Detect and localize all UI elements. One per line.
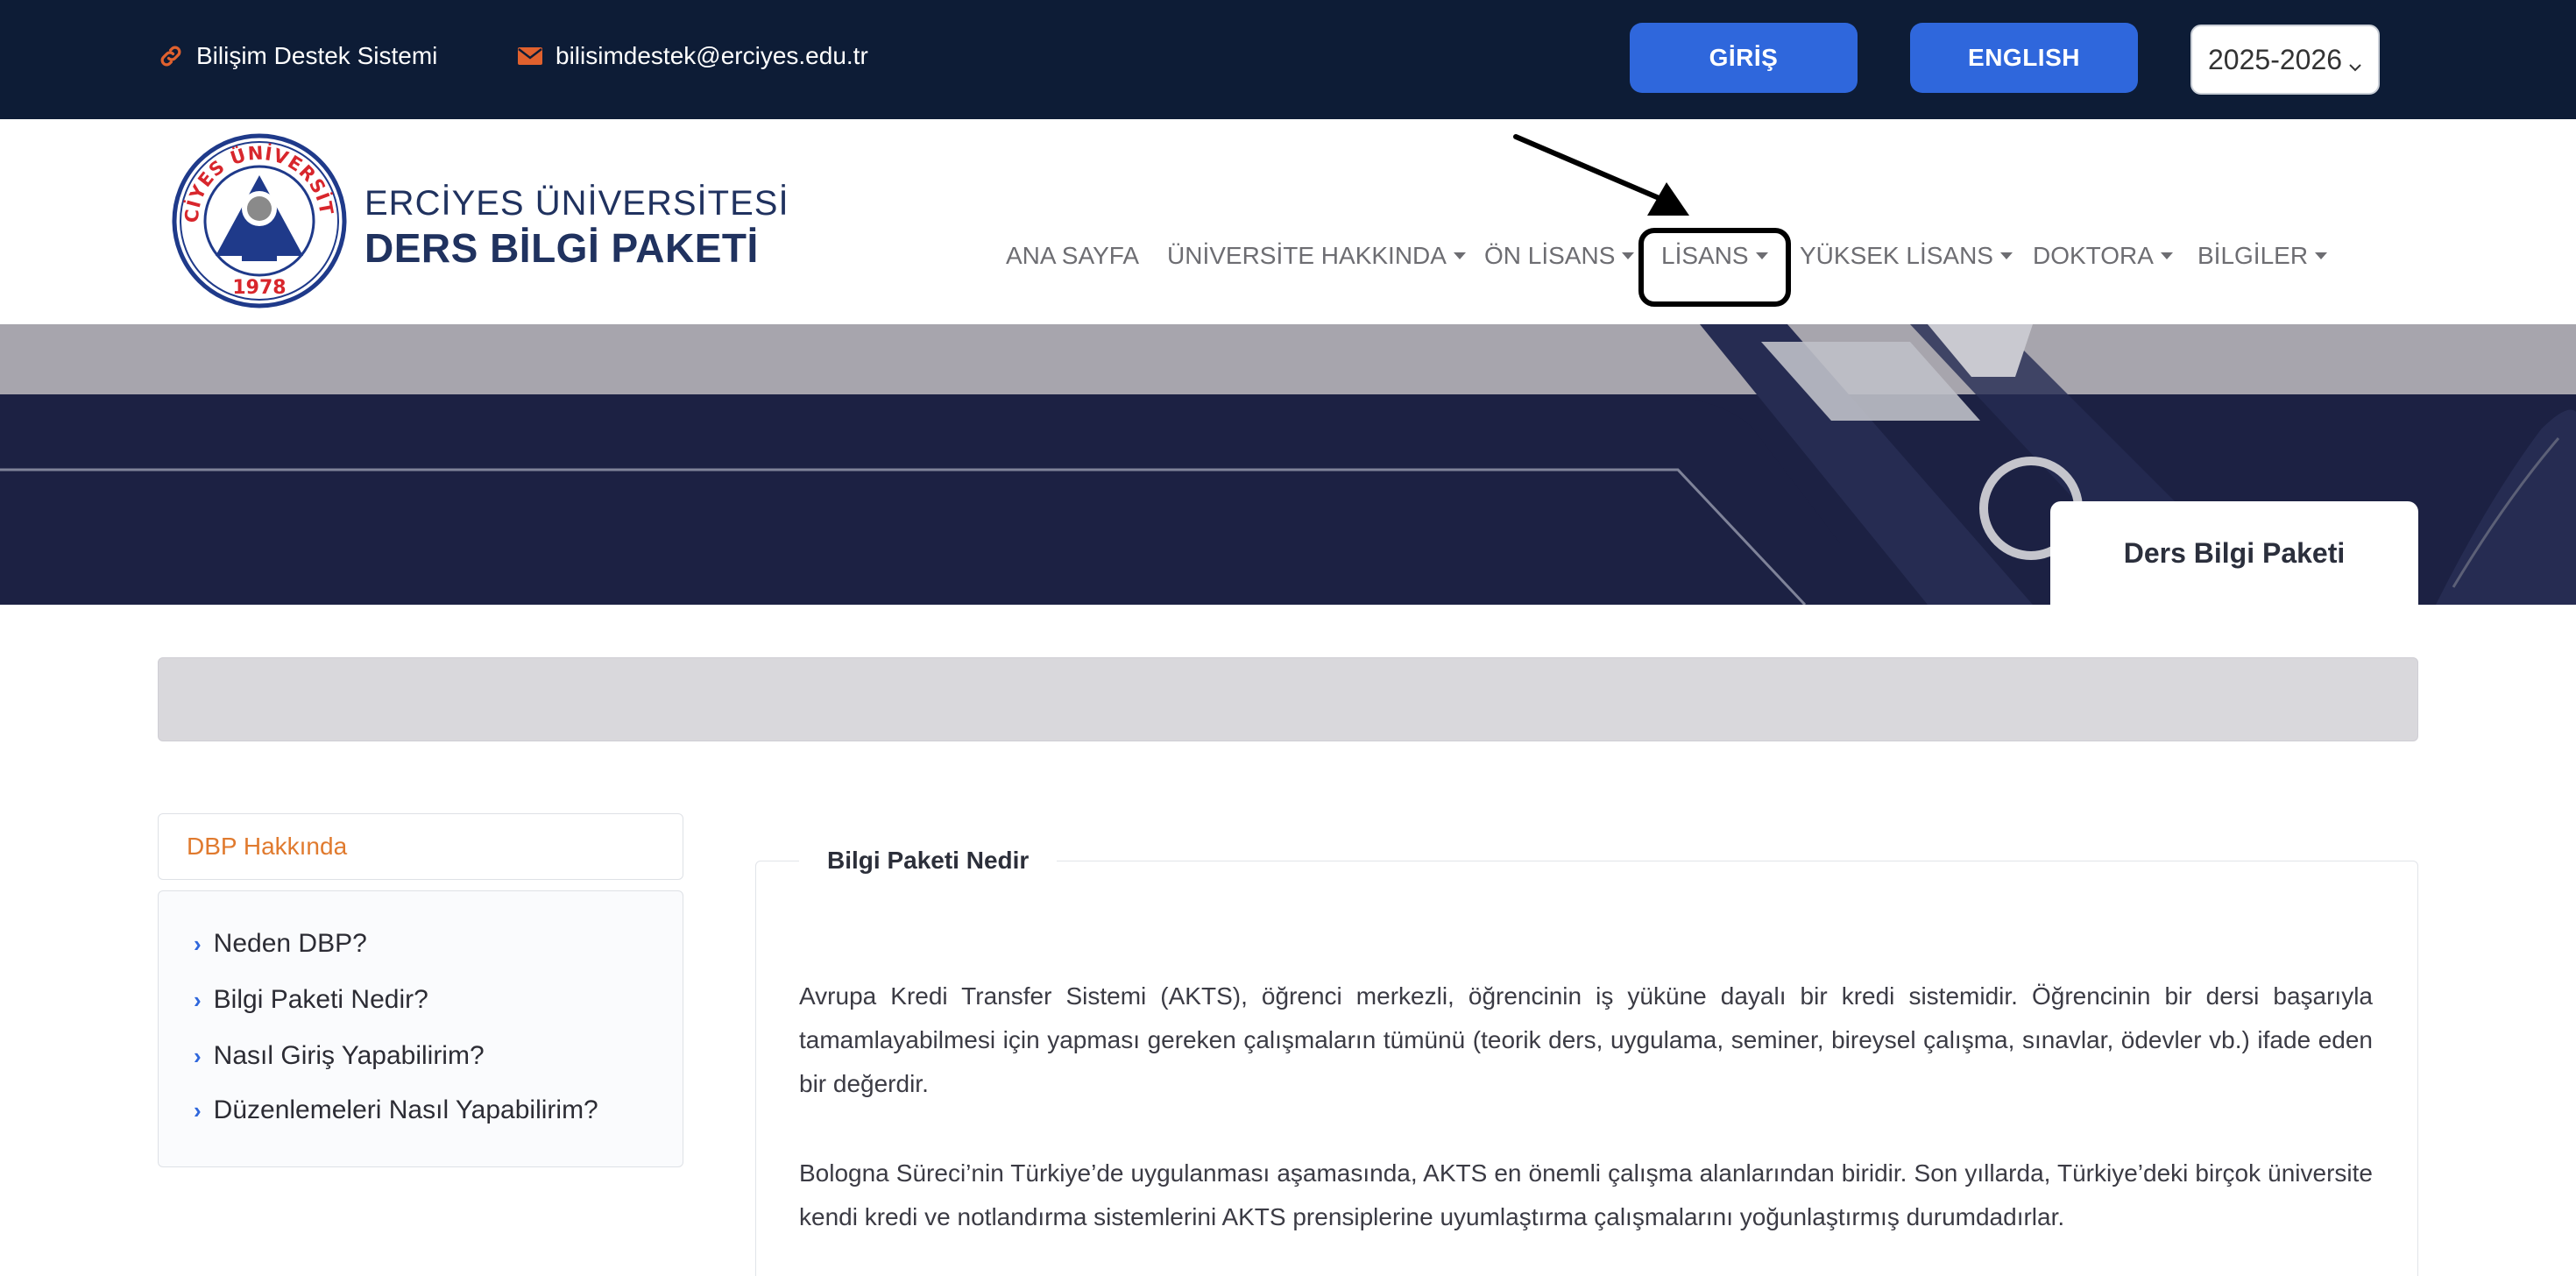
university-seal-logo[interactable]: ERCİYES ÜNİVERSİTESİ 1978	[164, 116, 347, 308]
nav-item-label: BİLGİLER	[2197, 242, 2309, 269]
caret-down-icon	[2315, 252, 2328, 259]
caret-down-icon	[1999, 252, 2013, 259]
nav-item-masters[interactable]: YÜKSEK LİSANS	[1800, 238, 2013, 273]
content-paragraph: Avrupa Kredi Transfer Sistemi (AKTS), öğ…	[799, 982, 2373, 1097]
hero-title-card: Ders Bilgi Paketi	[2050, 501, 2418, 605]
chevron-right-icon: ›	[194, 1096, 202, 1124]
annotation-highlight-box	[1638, 228, 1791, 307]
breadcrumb-band	[158, 657, 2418, 741]
nav-item-label: ÜNİVERSİTE HAKKINDA	[1167, 242, 1447, 269]
sidebar-item-label: Nasıl Giriş Yapabilirim?	[213, 1041, 485, 1070]
sidebar-heading: DBP Hakkında	[158, 813, 683, 880]
caret-down-icon	[1622, 252, 1635, 259]
support-system-link[interactable]: Bilişim Destek Sistemi	[156, 0, 437, 112]
nav-item-label: YÜKSEK LİSANS	[1800, 242, 1993, 269]
brand-site-name: DERS BİLGİ PAKETİ	[364, 225, 759, 271]
login-button[interactable]: GİRİŞ	[1630, 23, 1858, 93]
support-email-link[interactable]: bilisimdestek@erciyes.edu.tr	[515, 0, 868, 112]
nav-item-about-university[interactable]: ÜNİVERSİTE HAKKINDA	[1167, 238, 1466, 273]
nav-item-associate-degree[interactable]: ÖN LİSANS	[1484, 238, 1635, 273]
academic-year-select[interactable]: 2025-2026	[2190, 25, 2380, 95]
envelope-icon	[515, 41, 545, 71]
nav-item-label: ANA SAYFA	[1006, 242, 1139, 269]
nav-item-label: DOKTORA	[2033, 242, 2154, 269]
chevron-right-icon: ›	[194, 986, 202, 1013]
top-bar: Bilişim Destek Sistemi bilisimdestek@erc…	[0, 0, 2576, 119]
sidebar-item-how-to-edit[interactable]: › Düzenlemeleri Nasıl Yapabilirim?	[194, 1093, 598, 1128]
english-language-button[interactable]: ENGLISH	[1910, 23, 2138, 93]
sidebar-item-label: Düzenlemeleri Nasıl Yapabilirim?	[213, 1095, 598, 1124]
chevron-down-icon	[2346, 51, 2364, 83]
nav-item-doctorate[interactable]: DOKTORA	[2033, 238, 2173, 273]
academic-year-value: 2025-2026	[2208, 43, 2343, 75]
sidebar-menu: › Neden DBP? › Bilgi Paketi Nedir? › Nas…	[158, 890, 683, 1167]
chevron-right-icon: ›	[194, 1042, 202, 1069]
nav-item-label: ÖN LİSANS	[1484, 242, 1616, 269]
sidebar-item-why-dbp[interactable]: › Neden DBP?	[194, 926, 367, 961]
sidebar-item-label: Bilgi Paketi Nedir?	[213, 985, 428, 1014]
nav-item-information[interactable]: BİLGİLER	[2197, 238, 2328, 273]
annotation-arrow	[1513, 134, 1689, 216]
support-system-label: Bilişim Destek Sistemi	[196, 42, 438, 69]
content-panel-title: Bilgi Paketi Nedir	[799, 841, 1058, 880]
sidebar-item-what-is-info-package[interactable]: › Bilgi Paketi Nedir?	[194, 982, 428, 1017]
nav-item-home[interactable]: ANA SAYFA	[1006, 238, 1139, 273]
caret-down-icon	[2160, 252, 2173, 259]
sidebar-heading-label: DBP Hakkında	[187, 833, 348, 860]
link-icon	[156, 41, 186, 71]
content-paragraph: Bologna Süreci’nin Türkiye’de uygulanmas…	[799, 1159, 2373, 1230]
hero-title: Ders Bilgi Paketi	[2123, 536, 2346, 569]
main-navbar: ERCİYES ÜNİVERSİTESİ 1978 ERCİYES ÜNİVER…	[0, 116, 2576, 324]
support-email-address: bilisimdestek@erciyes.edu.tr	[556, 42, 868, 69]
sidebar-item-label: Neden DBP?	[213, 929, 367, 958]
seal-year: 1978	[232, 277, 286, 299]
chevron-right-icon: ›	[194, 930, 202, 957]
sidebar-item-how-to-login[interactable]: › Nasıl Giriş Yapabilirim?	[194, 1039, 485, 1074]
caret-down-icon	[1453, 252, 1466, 259]
brand-university-name: ERCİYES ÜNİVERSİTESİ	[364, 184, 789, 223]
